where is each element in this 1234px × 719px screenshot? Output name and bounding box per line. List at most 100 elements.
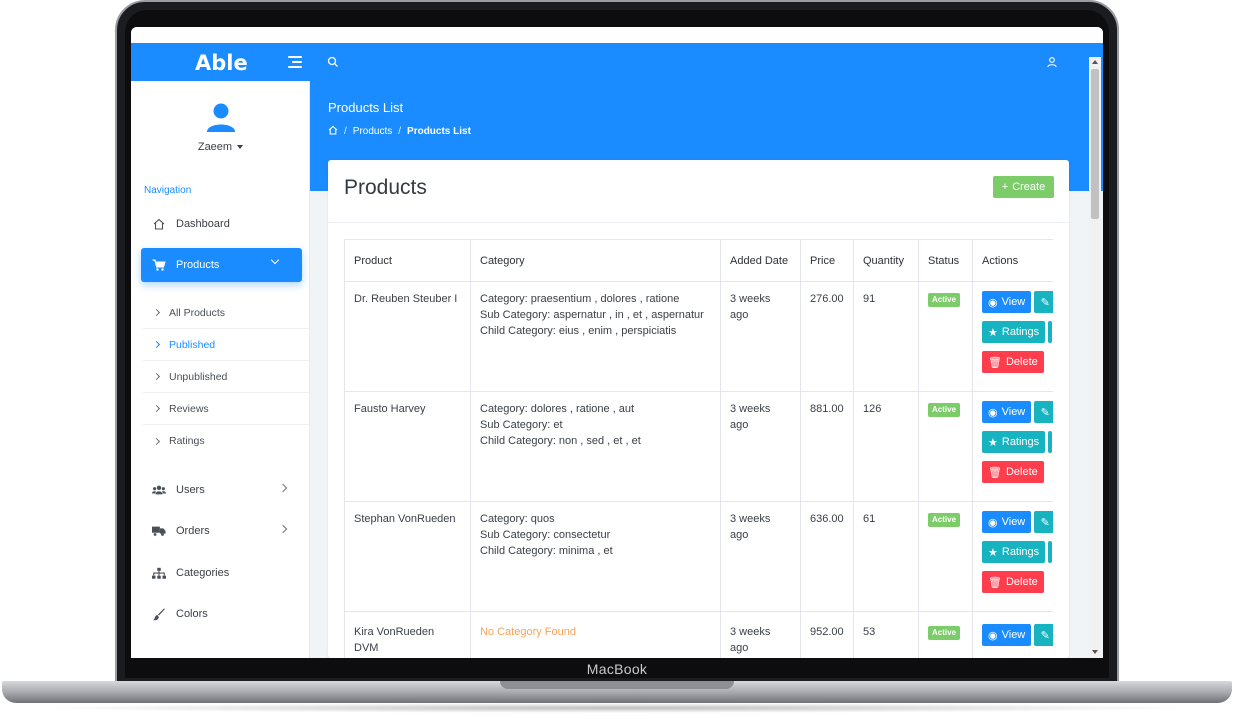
create-button[interactable]: + Create xyxy=(993,176,1054,198)
breadcrumb: / Products / Products List xyxy=(328,125,471,138)
column-header-actions: Actions xyxy=(972,239,1053,282)
sidebar-item-label: Dashboard xyxy=(176,218,230,230)
more-button[interactable] xyxy=(1048,541,1053,563)
chevron-down-icon xyxy=(270,255,280,265)
sidebar-subitem-published[interactable]: Published xyxy=(143,329,310,361)
sidebar-item-dashboard[interactable]: Dashboard xyxy=(131,207,310,241)
view-label: View xyxy=(1001,296,1026,308)
page-scrollbar[interactable] xyxy=(1089,57,1101,657)
user-menu[interactable]: Zaeem xyxy=(131,141,310,153)
sidebar: Zaeem Navigation Dashboard Products All … xyxy=(131,81,310,658)
user-icon[interactable] xyxy=(1046,55,1060,69)
ratings-button[interactable]: ★ Ratings xyxy=(982,431,1046,453)
view-label: View xyxy=(1001,629,1026,641)
cell-status: Active xyxy=(918,611,973,658)
macbook-label: MacBook xyxy=(586,661,648,677)
user-name: Zaeem xyxy=(197,141,233,153)
sidebar-item-label: Orders xyxy=(176,525,210,537)
cell-quantity: 91 xyxy=(853,281,919,392)
edit-button[interactable]: ✎ xyxy=(1034,624,1053,646)
column-header-quantity[interactable]: Quantity xyxy=(853,239,919,282)
table-row: Dr. Reuben Steuber I Category: praesenti… xyxy=(344,281,1053,392)
star-icon: ★ xyxy=(988,326,998,339)
eye-icon: ◉ xyxy=(988,296,998,309)
breadcrumb-separator: / xyxy=(344,126,347,137)
chevron-right-icon xyxy=(278,483,288,493)
more-button[interactable] xyxy=(1048,321,1053,343)
star-icon: ★ xyxy=(988,546,998,559)
scroll-down-arrow-icon[interactable] xyxy=(1092,650,1098,654)
sub-category-line: Sub Category: aspernatur , in , et , asp… xyxy=(480,309,704,321)
sidebar-subitem-all-products[interactable]: All Products xyxy=(143,297,310,329)
chevron-right-icon xyxy=(152,340,161,349)
cell-category: Category: praesentium , dolores , ration… xyxy=(470,281,721,392)
view-button[interactable]: ◉ View xyxy=(982,624,1032,646)
delete-button[interactable]: 🗑 Delete xyxy=(982,461,1044,483)
view-button[interactable]: ◉ View xyxy=(982,291,1032,313)
cell-product: Kira VonRueden DVM xyxy=(344,611,471,658)
star-icon: ★ xyxy=(988,436,998,449)
cell-category: No Category Found xyxy=(470,611,721,658)
child-category-line: Child Category: eius , enim , perspiciat… xyxy=(480,325,677,337)
delete-button[interactable]: 🗑 Delete xyxy=(982,351,1044,373)
sidebar-subitem-reviews[interactable]: Reviews xyxy=(143,393,310,425)
sidebar-item-categories[interactable]: Categories xyxy=(131,556,310,590)
table-row: Fausto Harvey Category: dolores , ration… xyxy=(344,391,1053,502)
cell-status: Active xyxy=(918,281,973,392)
brand-logo[interactable]: Able xyxy=(195,51,248,75)
cell-added-date: 3 weeks ago xyxy=(720,501,801,612)
sidebar-item-users[interactable]: Users xyxy=(131,473,310,507)
sidebar-subitem-unpublished[interactable]: Unpublished xyxy=(143,361,310,393)
category-line: Category: praesentium , dolores , ration… xyxy=(480,293,680,305)
scroll-up-arrow-icon[interactable] xyxy=(1092,60,1098,64)
sidebar-item-colors[interactable]: Colors xyxy=(131,597,310,631)
edit-button[interactable]: ✎ xyxy=(1034,401,1053,423)
edit-button[interactable]: ✎ xyxy=(1034,291,1053,313)
cell-added-date: 3 weeks ago xyxy=(720,281,801,392)
home-icon[interactable] xyxy=(328,125,338,138)
ratings-button[interactable]: ★ Ratings xyxy=(982,541,1046,563)
screen: Able Products List / Products / Products… xyxy=(131,27,1103,658)
delete-label: Delete xyxy=(1005,356,1038,368)
edit-button[interactable]: ✎ xyxy=(1034,511,1053,533)
column-header-product[interactable]: Product xyxy=(344,239,471,282)
avatar[interactable] xyxy=(205,101,237,133)
cell-actions: ◉ View ✎ ★ Ratings 🗑 Delete xyxy=(972,391,1053,502)
browser-top-strip xyxy=(131,27,1103,43)
cell-status: Active xyxy=(918,391,973,502)
breadcrumb-products[interactable]: Products xyxy=(353,126,392,137)
sidebar-item-orders[interactable]: Orders xyxy=(131,514,310,548)
products-table: Product Category Added Date Price Quanti… xyxy=(344,239,1053,658)
cell-product: Dr. Reuben Steuber I xyxy=(344,281,471,392)
cell-price: 276.00 xyxy=(800,281,854,392)
search-icon[interactable] xyxy=(327,55,341,69)
column-header-added-date[interactable]: Added Date xyxy=(720,239,801,282)
laptop-shadow xyxy=(30,703,1204,713)
view-button[interactable]: ◉ View xyxy=(982,511,1032,533)
more-button[interactable] xyxy=(1048,431,1053,453)
column-header-category[interactable]: Category xyxy=(470,239,721,282)
sidebar-item-label: Colors xyxy=(176,608,208,620)
scroll-thumb[interactable] xyxy=(1091,69,1099,219)
table-row: Kira VonRueden DVM No Category Found 3 w… xyxy=(344,611,1053,658)
sidebar-subitem-ratings[interactable]: Ratings xyxy=(143,425,310,457)
delete-button[interactable]: 🗑 Delete xyxy=(982,571,1044,593)
cell-added-date: 3 weeks ago xyxy=(720,391,801,502)
menu-icon[interactable] xyxy=(288,56,302,68)
cell-product: Stephan VonRueden xyxy=(344,501,471,612)
chevron-right-icon xyxy=(152,404,161,413)
no-category-text: No Category Found xyxy=(480,626,576,638)
cell-status: Active xyxy=(918,501,973,612)
ratings-button[interactable]: ★ Ratings xyxy=(982,321,1046,343)
chevron-right-icon xyxy=(152,372,161,381)
cell-added-date: 3 weeks ago xyxy=(720,611,801,658)
column-header-price[interactable]: Price xyxy=(800,239,854,282)
category-line: Category: quos xyxy=(480,513,555,525)
view-label: View xyxy=(1001,516,1026,528)
column-header-status[interactable]: Status xyxy=(918,239,973,282)
card-title: Products xyxy=(344,176,427,199)
truck-icon xyxy=(152,524,166,538)
sidebar-item-products[interactable]: Products xyxy=(141,248,302,282)
view-button[interactable]: ◉ View xyxy=(982,401,1032,423)
nav-heading: Navigation xyxy=(144,185,192,196)
